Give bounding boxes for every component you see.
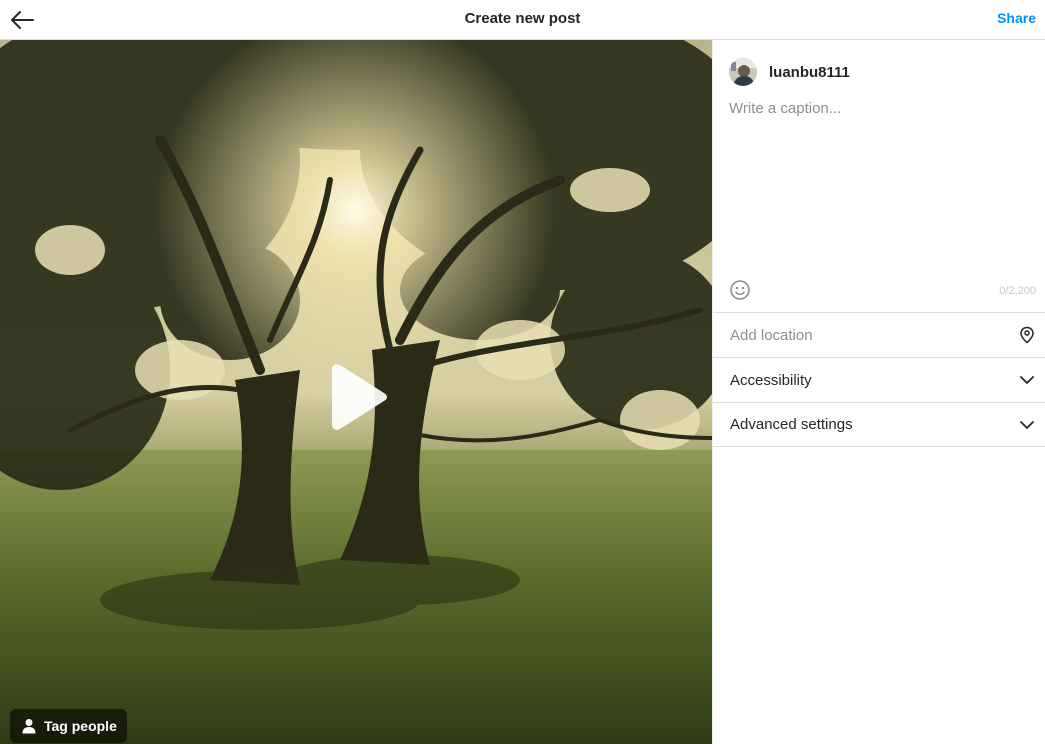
emoji-icon [730,280,750,300]
share-button[interactable]: Share [997,10,1036,26]
avatar [729,58,757,86]
advanced-settings-label: Advanced settings [730,416,853,433]
chevron-down-icon [1017,415,1037,435]
username: luanbu8111 [769,63,850,81]
top-bar: Create new post Share [0,0,1045,40]
accessibility-section[interactable]: Accessibility [713,357,1045,402]
post-details-panel: luanbu8111 0/2,200 Add location Accessib… [712,40,1045,744]
video-preview[interactable]: Tag people [0,40,712,744]
play-icon[interactable] [324,363,390,431]
add-location-label: Add location [730,326,813,344]
caption-input[interactable] [729,100,1029,270]
tag-people-label: Tag people [44,718,117,734]
chevron-down-icon [1017,370,1037,390]
person-icon [22,719,36,734]
author-row: luanbu8111 [729,57,850,87]
location-pin-icon [1017,325,1037,345]
advanced-settings-section[interactable]: Advanced settings [713,402,1045,447]
tag-people-button[interactable]: Tag people [10,709,127,743]
accessibility-label: Accessibility [730,371,812,389]
emoji-button[interactable] [729,279,751,301]
caption-char-count: 0/2,200 [999,285,1036,297]
page-title: Create new post [464,10,581,27]
add-location-field[interactable]: Add location [713,312,1045,357]
